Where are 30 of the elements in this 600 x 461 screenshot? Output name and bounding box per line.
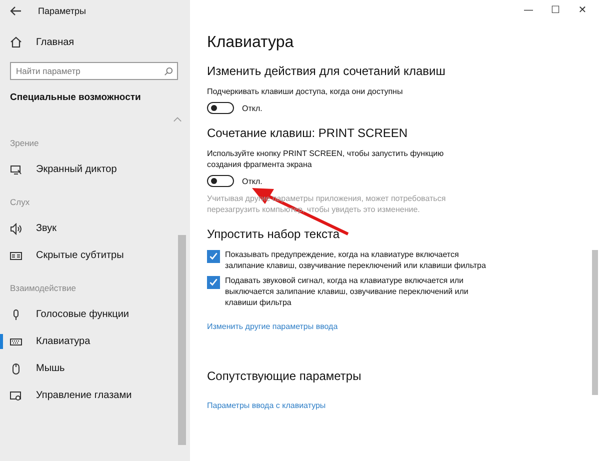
sidebar-item[interactable]: Мышь [0,355,190,382]
section-heading: Сочетание клавиш: PRINT SCREEN [207,126,409,140]
group-title: Взаимодействие [10,283,77,295]
link[interactable]: Параметры ввода с клавиатуры [207,401,326,410]
setting-label: Подчеркивать клавиши доступа, когда они доступны [207,86,404,97]
category-title: Специальные возможности [10,92,142,103]
checkbox-label: Подавать звуковой сигнал, когда на клавиатуре включается или выключается залипание клавиш, озвучивание переключений или клавиши фильтра [225,275,470,308]
minimize-button[interactable]: — [515,0,542,20]
section-heading: Сопутствующие параметры [207,369,362,383]
search-field[interactable]: Найти параметр [10,62,178,80]
page-title: Клавиатура [207,34,295,52]
sidebar-item[interactable]: Управление глазами [0,382,190,409]
sidebar-item[interactable]: Скрытые субтитры [0,242,190,269]
sidebar-item[interactable]: Клавиатура [0,328,190,355]
close-button[interactable]: ✕ [569,0,596,20]
toggle-state: Откл. [242,176,262,186]
sidebar-item[interactable]: Голосовые функции [0,301,190,328]
sidebar-item[interactable]: Звук [0,215,190,242]
home-nav-item[interactable]: Главная [0,28,190,56]
toggle-state: Откл. [242,104,262,112]
window-title: Параметры [38,6,86,16]
group-title: Зрение [10,138,40,150]
sidebar-item[interactable]: Экранный диктор [0,156,190,183]
link[interactable]: Изменить другие параметры ввода [207,322,338,331]
group-title: Слух [10,197,31,209]
checkbox-label: Показывать предупреждение, когда на клавиатуре включается залипание клавиш, озвучивание переключений или клавиши фильтра [225,249,487,271]
setting-label: Используйте кнопку PRINT SCREEN, чтобы запустить функцию создания фрагмента экрана [207,148,445,170]
section-heading: Изменить действия для сочетаний клавиш [207,64,446,78]
section-heading: Упростить набор текста [207,227,341,241]
maximize-button[interactable]: ☐ [542,0,569,20]
